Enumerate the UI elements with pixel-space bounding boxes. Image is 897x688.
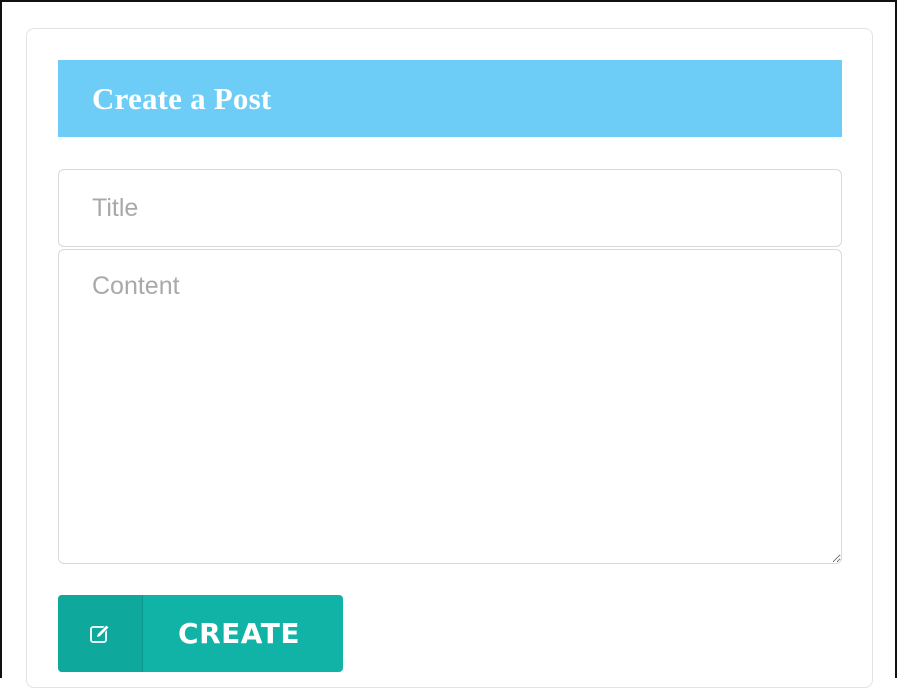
title-input[interactable]: [58, 169, 842, 247]
create-button[interactable]: CREATE: [58, 595, 343, 672]
create-button-label: CREATE: [178, 617, 300, 650]
page-frame: Create a Post CREATE: [0, 0, 897, 688]
button-icon-box: [58, 595, 143, 672]
content-textarea[interactable]: [58, 249, 842, 564]
card-header: Create a Post: [58, 60, 842, 137]
card-title: Create a Post: [92, 80, 272, 116]
create-post-card: Create a Post CREATE: [26, 28, 873, 688]
edit-icon: [90, 623, 110, 643]
